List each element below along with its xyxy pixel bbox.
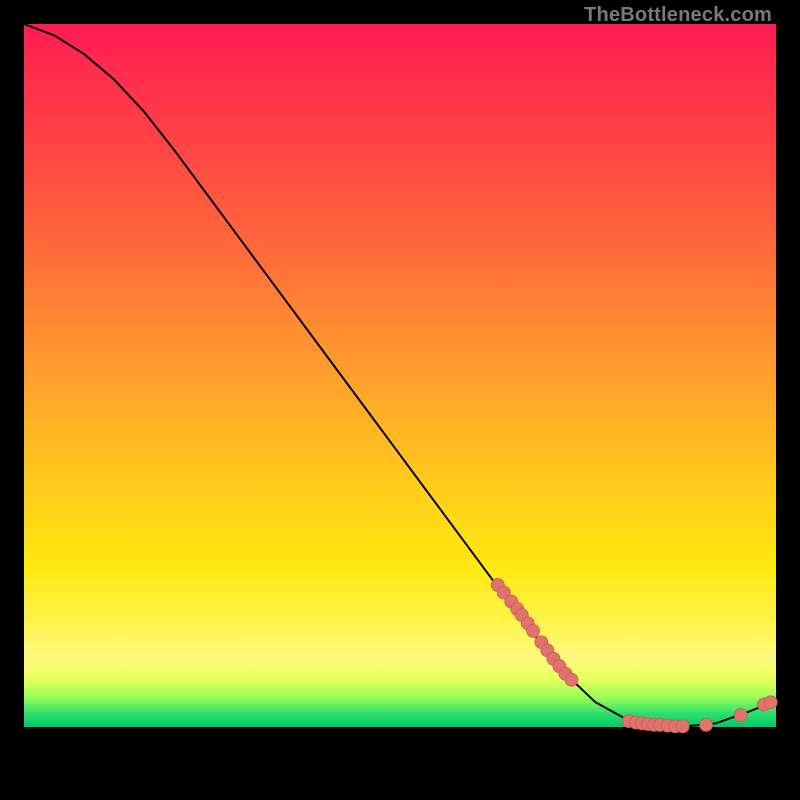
data-point <box>565 673 578 686</box>
chart-svg <box>24 24 776 776</box>
data-point <box>700 718 713 731</box>
data-point <box>676 720 689 733</box>
data-point <box>764 696 777 709</box>
plot-area <box>24 24 776 776</box>
data-point <box>734 709 747 722</box>
data-point <box>527 624 540 637</box>
bottleneck-curve <box>24 24 776 726</box>
data-points-group <box>491 578 777 732</box>
chart-container: TheBottleneck.com <box>0 0 800 800</box>
